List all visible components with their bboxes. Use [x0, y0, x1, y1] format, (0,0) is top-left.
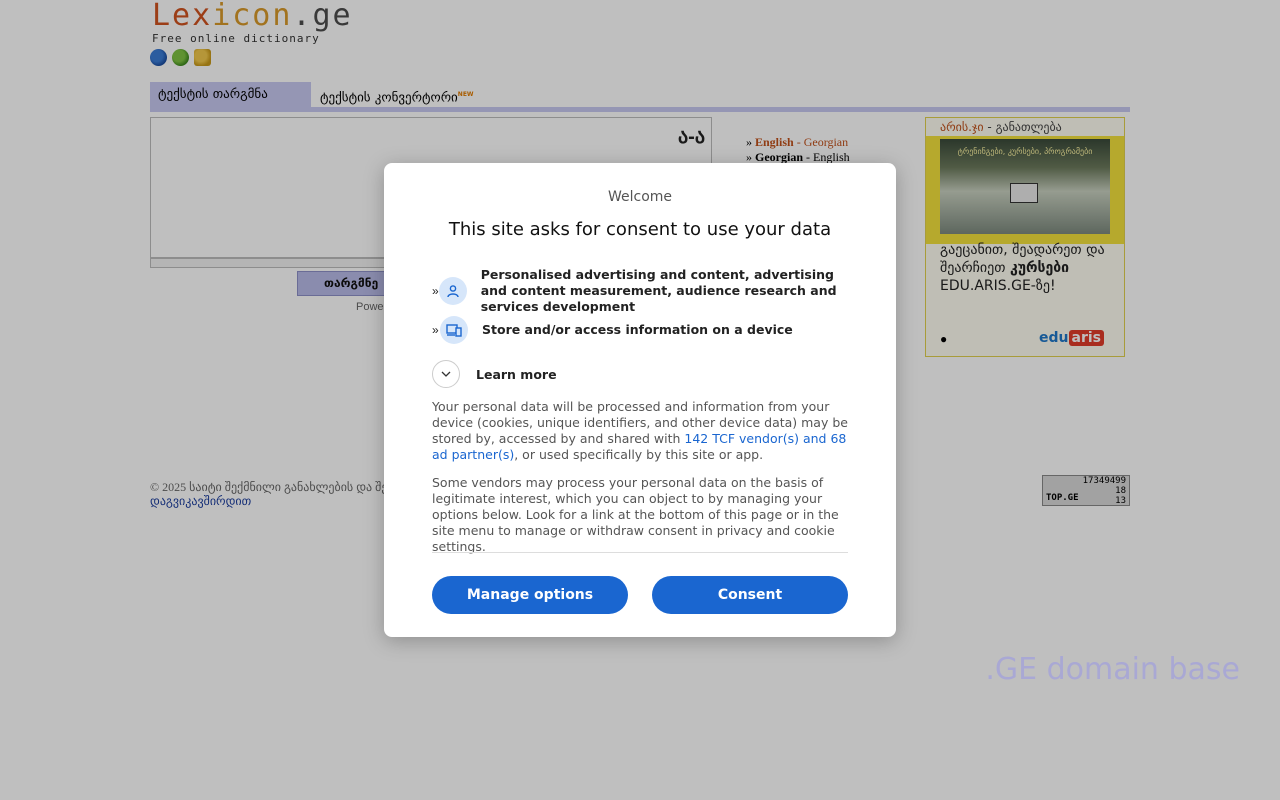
- dialog-welcome: Welcome: [607, 189, 673, 205]
- expand-arrow-icon: »: [432, 323, 439, 337]
- learn-more-toggle[interactable]: Learn more: [432, 360, 557, 388]
- purpose-storage[interactable]: » Store and/or access information on a d…: [432, 316, 852, 344]
- domain-watermark: .GE domain base: [985, 652, 1240, 687]
- consent-dialog: Welcome This site asks for consent to us…: [384, 163, 896, 637]
- purpose-text: Store and/or access information on a dev…: [482, 322, 793, 337]
- purpose-text: Personalised advertising and content, ad…: [480, 267, 837, 314]
- dialog-title: This site asks for consent to use your d…: [448, 219, 832, 240]
- person-icon: [438, 277, 467, 305]
- consent-description: Your personal data will be processed and…: [432, 399, 848, 462]
- legitimate-interest-text: Some vendors may process your personal d…: [432, 475, 839, 554]
- manage-options-button[interactable]: Manage options: [432, 576, 628, 614]
- purpose-advertising[interactable]: » Personalised advertising and content, …: [432, 267, 852, 315]
- chevron-down-icon: [432, 360, 460, 388]
- dialog-divider: [432, 552, 848, 553]
- expand-arrow-icon: »: [432, 284, 439, 298]
- consent-button[interactable]: Consent: [652, 576, 848, 614]
- device-icon: [440, 316, 468, 344]
- learn-more-label: Learn more: [476, 366, 557, 382]
